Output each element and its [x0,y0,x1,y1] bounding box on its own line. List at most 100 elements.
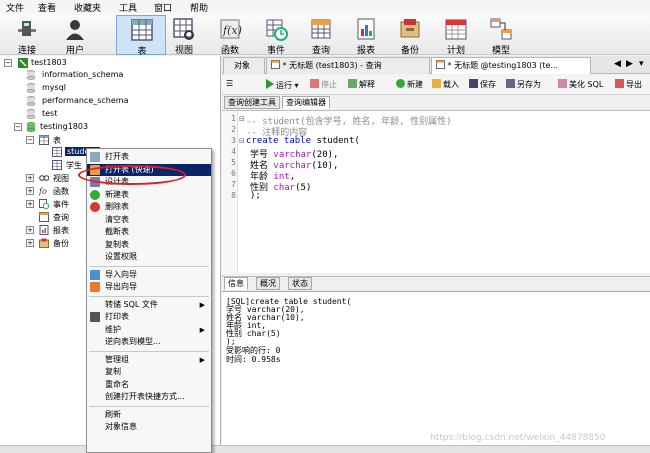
menu-item-label: 复制 [105,367,121,376]
expand-icon[interactable]: + [26,187,34,195]
menu-item-18[interactable]: 管理组 ▶ [87,354,211,366]
code-line: 姓名 varchar(10), [250,158,339,171]
menu-item-14[interactable]: 打印表 [87,311,211,323]
menu-item-6[interactable]: 截断表 [87,226,211,238]
query-icon [311,19,331,39]
menu-item-label: 导出向导 [105,282,137,291]
tab-query-editor[interactable]: 查询编辑器 [282,96,330,109]
tab-info[interactable]: 信息 [224,277,248,290]
menu-separator [89,405,209,407]
function-button[interactable]: f(x) 函数 [205,15,255,56]
save-button[interactable]: 保存 [469,79,496,90]
subtab-label: 查询编辑器 [286,98,326,107]
function-icon: fo [39,187,47,196]
menu-item-4[interactable]: 删除表 [87,201,211,213]
fold-icon[interactable]: ⊟ [239,137,245,145]
code-token: (10), [311,161,339,171]
backup-button[interactable]: 备份 [385,15,435,56]
collapse-icon[interactable]: − [4,59,12,67]
stop-button[interactable]: 停止 [310,79,337,90]
collapse-icon[interactable]: − [26,136,34,144]
event-label: 事件 [266,46,285,56]
submenu-arrow-icon: ▶ [199,355,205,364]
line-number: 3 [231,136,236,145]
submenu-arrow-icon: ▶ [199,300,205,309]
menu-item-24[interactable]: 对象信息 [87,421,211,433]
expand-icon[interactable]: + [26,174,34,182]
code-line: -- 注释的内容 [246,125,307,138]
menu-item-5[interactable]: 清空表 [87,214,211,226]
sql-editor[interactable]: 1 2 3 4 5 6 7 8 -- student(包含学号, 姓名, 年龄, 性别属性) -… [222,110,650,274]
menu-bar: 文件 查看 收藏夹 工具 窗口 帮助 [0,0,650,14]
model-button[interactable]: 模型 [476,15,526,56]
save-as-button[interactable]: 另存为 [506,79,541,90]
line-number: 1 [231,114,236,123]
tree-node-label: 表 [53,136,61,145]
run-button[interactable]: 运行 ▾ [266,79,299,91]
stop-label: 停止 [321,80,337,89]
submenu-arrow-icon: ▶ [199,325,205,334]
user-button[interactable]: 用户 [50,15,100,56]
report-button[interactable]: 报表 [341,15,391,56]
menu-item-8[interactable]: 设置权限 [87,251,211,263]
tab-profile[interactable]: 概况 [256,277,280,290]
svg-text:f(x): f(x) [222,24,242,37]
load-button[interactable]: 载入 [432,79,459,90]
tree-db-label: testing1803 [40,122,89,131]
menu-item-0[interactable]: 打开表 [87,151,211,163]
menu-item-23[interactable]: 刷新 [87,409,211,421]
tab-scroll-left-icon[interactable]: ◀ [614,59,621,69]
delete-table-icon [90,202,100,212]
fold-icon[interactable]: ⊟ [239,115,245,123]
export-button[interactable]: 导出 [615,79,642,90]
expand-icon[interactable]: + [26,226,34,234]
connect-button[interactable]: 连接 [2,15,52,56]
tab-menu-icon[interactable]: ▾ [639,59,644,69]
hamburger-icon[interactable]: ☰ [226,79,233,88]
tree-db-label: information_schema [42,70,124,79]
new-button[interactable]: 新建 [396,79,423,90]
table-icon [39,135,49,145]
menu-item-21[interactable]: 创建打开表快捷方式... [87,391,211,403]
menu-item-7[interactable]: 复制表 [87,239,211,251]
query-button[interactable]: 查询 [296,15,346,56]
play-icon [266,79,274,89]
menu-item-label: 截断表 [105,227,129,236]
schedule-icon [445,19,467,40]
menu-item-10[interactable]: 导入向导 [87,269,211,281]
schedule-button[interactable]: 计划 [431,15,481,56]
save-label: 保存 [480,80,496,89]
tab-label: 对象 [234,61,250,70]
beautify-icon [558,79,567,88]
menu-item-15[interactable]: 维护 ▶ [87,324,211,336]
menu-item-label: 转储 SQL 文件 [105,299,158,309]
menu-item-13[interactable]: 转储 SQL 文件 ▶ [87,299,211,311]
open-table-icon [90,152,100,162]
tree-db-label: test [42,109,58,118]
view-button[interactable]: 视图 [159,15,209,56]
tab-objects[interactable]: 对象 [223,57,265,74]
tab-scroll-right-icon[interactable]: ▶ [626,59,633,69]
explain-button[interactable]: 解释 [348,79,375,90]
tab-query-1[interactable]: * 无标题 (test1803) - 查询 [266,57,430,74]
beautify-sql-button[interactable]: 美化 SQL [558,79,603,90]
message-line: ); [226,337,236,346]
tab-query-builder[interactable]: 查询创建工具 [224,96,280,109]
connection-icon [18,58,28,68]
expand-icon[interactable]: + [26,239,34,247]
user-icon [66,20,84,40]
tab-status[interactable]: 状态 [288,277,312,290]
result-tabs: 信息 概况 状态 [222,276,650,291]
menu-item-16[interactable]: 逆向表到模型... [87,336,211,348]
menu-item-20[interactable]: 重命名 [87,379,211,391]
menu-item-19[interactable]: 复制 [87,366,211,378]
menu-item-11[interactable]: 导出向导 [87,281,211,293]
menu-item-3[interactable]: 新建表 [87,189,211,201]
expand-icon[interactable]: + [26,200,34,208]
tab-query-2[interactable]: * 无标题 @testing1803 (te... [431,57,591,74]
event-button[interactable]: 事件 [251,15,301,56]
subtab-label: 查询创建工具 [228,98,276,107]
line-number: 2 [231,125,236,134]
main-toolbar: 连接 用户 表 视图 f(x) 函数 事件 查询 报表 备份 计划 模型 [0,13,650,57]
collapse-icon[interactable]: − [14,123,22,131]
